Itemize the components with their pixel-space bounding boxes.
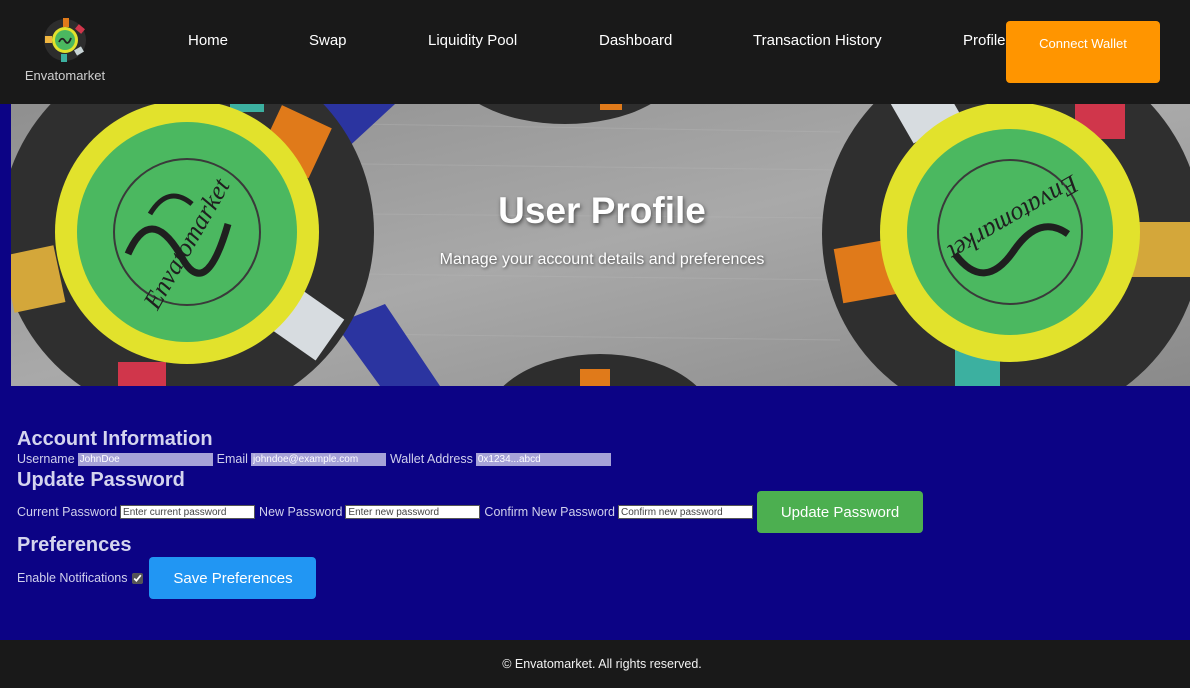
save-preferences-button[interactable]: Save Preferences: [149, 557, 317, 599]
connect-wallet-button[interactable]: Connect Wallet: [1006, 21, 1160, 83]
top-navbar: Envatomarket Home Swap Liquidity Pool Da…: [0, 0, 1190, 104]
wallet-address-field[interactable]: [475, 452, 611, 466]
account-info-row: Username Email Wallet Address: [17, 452, 615, 466]
update-password-button[interactable]: Update Password: [757, 491, 924, 533]
page-title: User Profile: [498, 190, 706, 231]
brand-name: Envatomarket: [24, 68, 106, 83]
nav-dashboard[interactable]: Dashboard: [599, 32, 672, 49]
notifications-label: Enable Notifications: [17, 571, 128, 585]
right-coin-graphic: Envatomarket: [822, 104, 1190, 386]
new-password-label: New Password: [259, 505, 343, 519]
hero-background-image: Envatomarket Envatomarket: [0, 104, 1190, 386]
account-info-heading: Account Information: [17, 428, 213, 450]
brand-logo[interactable]: Envatomarket: [18, 18, 112, 83]
wallet-address-label: Wallet Address: [389, 452, 473, 466]
password-row: Current Password New Password Confirm Ne…: [17, 491, 924, 533]
confirm-password-input[interactable]: [618, 505, 754, 519]
email-field[interactable]: [250, 452, 386, 466]
nav-transaction-history[interactable]: Transaction History: [753, 32, 882, 49]
preferences-heading: Preferences: [17, 534, 132, 556]
left-coin-graphic: Envatomarket: [0, 104, 374, 386]
email-label: Email: [216, 452, 248, 466]
footer: © Envatomarket. All rights reserved.: [0, 640, 1190, 688]
nav-liquidity-pool[interactable]: Liquidity Pool: [428, 32, 517, 49]
nav-profile[interactable]: Profile: [963, 32, 1006, 49]
new-password-input[interactable]: [345, 505, 481, 519]
nav-swap[interactable]: Swap: [309, 32, 347, 49]
confirm-password-label: Confirm New Password: [484, 505, 616, 519]
current-password-label: Current Password: [17, 505, 118, 519]
hero-left-edge: [0, 104, 11, 386]
current-password-input[interactable]: [120, 505, 256, 519]
hero-banner: Envatomarket Envatomarket User Profile M…: [0, 104, 1190, 386]
preferences-row: Enable Notifications Save Preferences: [17, 557, 317, 599]
page-subtitle: Manage your account details and preferen…: [439, 251, 765, 268]
username-label: Username: [17, 452, 75, 466]
update-password-heading: Update Password: [17, 469, 185, 491]
coin-logo-icon: [44, 18, 86, 62]
notifications-checkbox[interactable]: [132, 572, 144, 584]
username-field[interactable]: [77, 452, 213, 466]
nav-home[interactable]: Home: [188, 32, 228, 49]
footer-copyright: © Envatomarket. All rights reserved.: [502, 657, 702, 671]
